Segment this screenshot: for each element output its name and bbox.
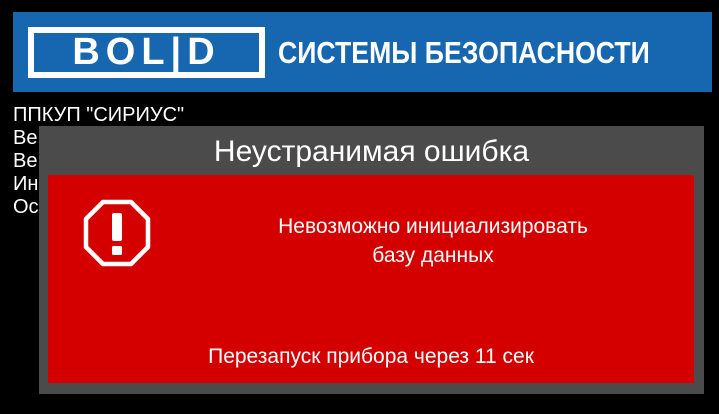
brand-title: СИСТЕМЫ БЕЗОПАСНОСТИ [278, 35, 650, 70]
error-message: Невозможно инициализировать базу данных [178, 212, 688, 270]
fatal-error-dialog: Неустранимая ошибка Невозможно инициализ… [39, 126, 704, 394]
error-panel: Невозможно инициализировать базу данных … [48, 175, 694, 383]
error-message-line: базу данных [372, 244, 494, 267]
bolid-logo-text: BOL|D [34, 33, 259, 72]
stop-octagon-exclamation-icon [83, 199, 151, 267]
restart-countdown: Перезапуск прибора через 11 сек [208, 345, 534, 368]
error-message-line: Невозможно инициализировать [278, 215, 588, 238]
device-name: ППКУП "СИРИУС" [13, 104, 185, 126]
bolid-logo: BOL|D [28, 27, 265, 78]
brand-header: BOL|D СИСТЕМЫ БЕЗОПАСНОСТИ [13, 12, 712, 92]
dialog-title: Неустранимая ошибка [213, 135, 530, 168]
